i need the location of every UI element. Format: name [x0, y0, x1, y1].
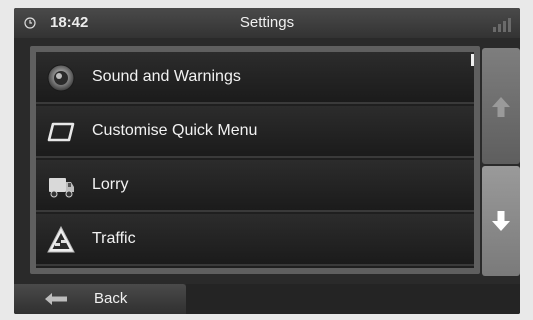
- menu-item-label: Customise Quick Menu: [92, 122, 258, 139]
- menu-item-customise-quick-menu[interactable]: Customise Quick Menu: [36, 106, 474, 158]
- quick-menu-icon: [47, 122, 75, 142]
- page-title: Settings: [239, 14, 295, 31]
- traffic-warning-icon: [47, 225, 75, 253]
- menu-item-label: Traffic: [92, 230, 136, 247]
- status-bar: 18:42 Settings: [14, 8, 520, 38]
- signal-bars-icon: [493, 18, 511, 32]
- settings-list: Sound and Warnings Customise Quick Menu …: [36, 52, 474, 268]
- menu-item-traffic[interactable]: Traffic: [36, 214, 474, 266]
- device-screen: 18:42 Settings Sound and Warnings Custom…: [14, 8, 520, 314]
- lorry-icon: [49, 178, 74, 198]
- list-scroll-indicator[interactable]: [471, 54, 474, 66]
- bottom-bar: [186, 284, 520, 314]
- arrow-down-icon: [492, 211, 510, 231]
- speaker-icon: [47, 64, 75, 92]
- back-button[interactable]: Back: [14, 284, 186, 314]
- settings-list-frame: Sound and Warnings Customise Quick Menu …: [30, 46, 480, 274]
- scroll-down-button[interactable]: [482, 166, 520, 276]
- arrow-up-icon: [492, 97, 510, 117]
- back-label: Back: [94, 290, 128, 307]
- scroll-up-button[interactable]: [482, 48, 520, 164]
- menu-item-lorry[interactable]: Lorry: [36, 160, 474, 212]
- menu-item-sound-and-warnings[interactable]: Sound and Warnings: [36, 52, 474, 104]
- back-arrow-icon: [45, 293, 67, 305]
- menu-item-label: Sound and Warnings: [92, 68, 241, 85]
- menu-item-label: Lorry: [92, 176, 129, 193]
